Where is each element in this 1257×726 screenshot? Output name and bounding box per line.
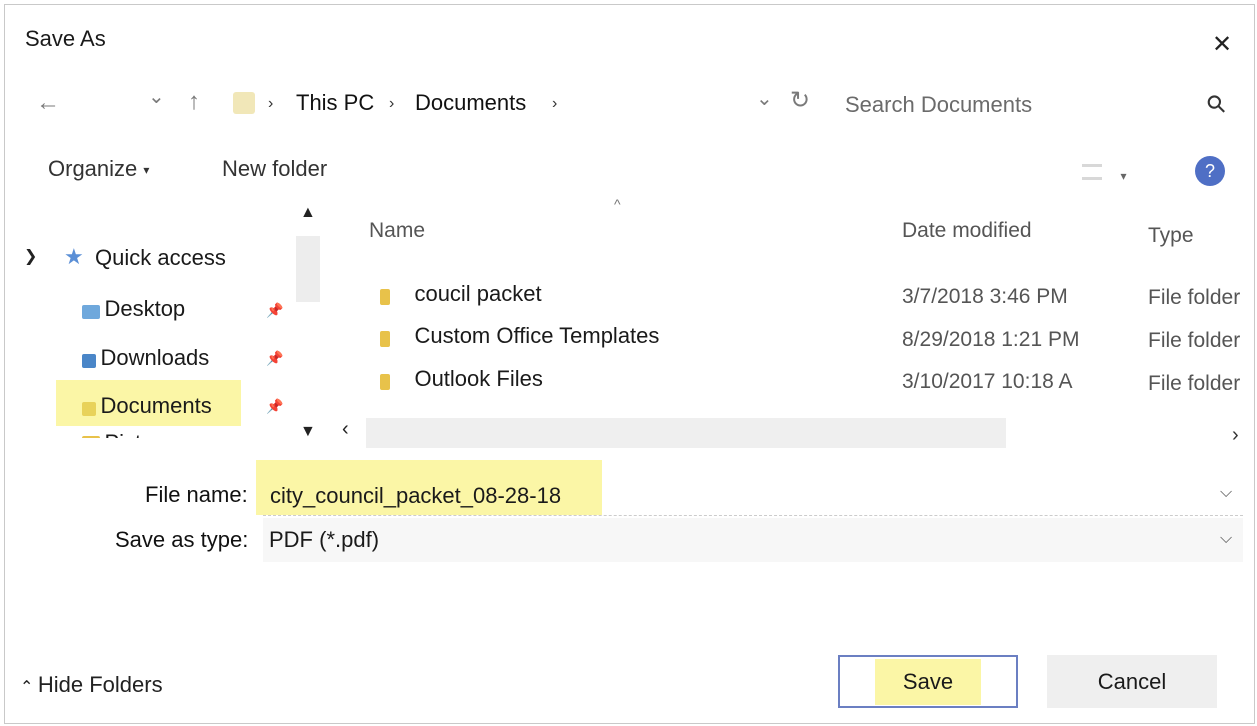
help-icon[interactable]: ? [1195, 156, 1225, 186]
chevron-down-icon[interactable]: ⌵ [1220, 530, 1232, 548]
nav-item-label: Desktop [104, 296, 186, 321]
table-row[interactable]: Outlook Files [380, 366, 543, 392]
scrollbar-thumb[interactable] [296, 236, 320, 302]
breadcrumb-this-pc[interactable]: This PC [296, 90, 374, 116]
save-as-type-select[interactable] [263, 518, 1243, 562]
save-as-type-label: Save as type: [115, 527, 249, 552]
organize-label: Organize [48, 156, 138, 181]
folder-icon [380, 288, 390, 305]
caret-down-icon: ▾ [143, 163, 150, 178]
sort-ascending-icon: ^ [614, 196, 621, 212]
pictures-folder-icon [82, 435, 100, 438]
save-as-type-value[interactable]: PDF (*.pdf) [269, 527, 379, 553]
table-row[interactable]: coucil packet [380, 281, 542, 307]
save-button[interactable]: Save [838, 655, 1018, 708]
up-arrow-icon[interactable]: ↑ [188, 88, 200, 116]
cancel-button[interactable]: Cancel [1047, 655, 1217, 708]
file-name-label: File name: [145, 482, 248, 507]
column-header-type[interactable]: Type [1148, 224, 1194, 248]
dialog-title: Save As [25, 26, 106, 51]
organize-menu[interactable]: Organize ▾ [48, 156, 149, 182]
chevron-down-icon[interactable]: ⌵ [1220, 484, 1232, 502]
search-input[interactable]: Search Documents [845, 92, 1032, 118]
file-name-input[interactable]: city_council_packet_08-28-18 [270, 483, 561, 509]
folder-icon [380, 330, 390, 347]
pin-icon[interactable]: 📌 [266, 398, 283, 415]
nav-item-documents[interactable]: Documents [82, 393, 212, 419]
documents-folder-icon [82, 401, 96, 416]
view-options-button[interactable]: ▾ [1082, 164, 1126, 185]
desktop-folder-icon [82, 304, 100, 319]
column-header-date-modified[interactable]: Date modified [902, 219, 1032, 243]
address-history-dropdown-icon[interactable]: ⌄ [756, 86, 773, 111]
nav-item-downloads[interactable]: Downloads [82, 345, 209, 371]
scroll-down-arrow[interactable]: ▼ [300, 423, 316, 441]
file-date: 3/10/2017 10:18 A [902, 370, 1073, 393]
save-button-label: Save [874, 658, 982, 705]
caret-down-icon: ▾ [1120, 169, 1127, 183]
hide-folders-label: Hide Folders [37, 672, 163, 697]
column-header-name[interactable]: Name [369, 219, 425, 243]
nav-item-pictures[interactable]: Pict [70, 424, 270, 438]
nav-item-label: Documents [100, 393, 212, 418]
pin-icon[interactable]: 📌 [266, 302, 283, 319]
recent-locations-dropdown-icon[interactable]: ⌄ [148, 84, 165, 109]
file-name: Custom Office Templates [414, 323, 660, 348]
folder-icon [380, 373, 390, 390]
new-folder-button[interactable]: New folder [222, 156, 327, 182]
file-type: File folder [1148, 286, 1241, 309]
hide-folders-button[interactable]: ⌃ Hide Folders [20, 672, 163, 698]
file-type: File folder [1148, 329, 1241, 352]
file-type: File folder [1148, 372, 1241, 395]
chevron-down-icon[interactable]: ❯ [24, 246, 37, 266]
scroll-right-arrow[interactable]: › [1232, 424, 1239, 447]
pc-location-icon [233, 92, 255, 114]
nav-item-label: Downloads [100, 345, 210, 370]
scroll-left-arrow[interactable]: ‹ [342, 418, 349, 441]
nav-item-label: Pict [104, 430, 141, 438]
breadcrumb-separator-icon: › [268, 95, 274, 112]
breadcrumb-separator-icon: › [389, 95, 395, 112]
downloads-icon [82, 353, 96, 368]
nav-item-desktop[interactable]: Desktop [82, 296, 185, 322]
view-list-icon [1082, 164, 1102, 180]
horizontal-scrollbar-thumb[interactable] [366, 418, 1006, 448]
pin-icon[interactable]: 📌 [266, 350, 283, 367]
nav-item-quick-access[interactable]: Quick access [95, 245, 226, 271]
file-date: 8/29/2018 1:21 PM [902, 328, 1080, 351]
back-arrow-icon[interactable]: ← [36, 89, 60, 117]
refresh-icon[interactable]: ↻ [790, 86, 810, 115]
file-date: 3/7/2018 3:46 PM [902, 285, 1068, 308]
star-icon: ★ [64, 244, 84, 269]
breadcrumb-separator-icon[interactable]: › [552, 95, 557, 113]
close-icon[interactable]: ✕ [1212, 30, 1232, 59]
table-row[interactable]: Custom Office Templates [380, 323, 659, 349]
scroll-up-arrow[interactable]: ▲ [300, 204, 316, 222]
file-name: Outlook Files [414, 366, 543, 391]
breadcrumb-documents[interactable]: Documents [415, 90, 526, 116]
file-name: coucil packet [414, 281, 542, 306]
chevron-up-icon: ⌃ [20, 679, 34, 696]
